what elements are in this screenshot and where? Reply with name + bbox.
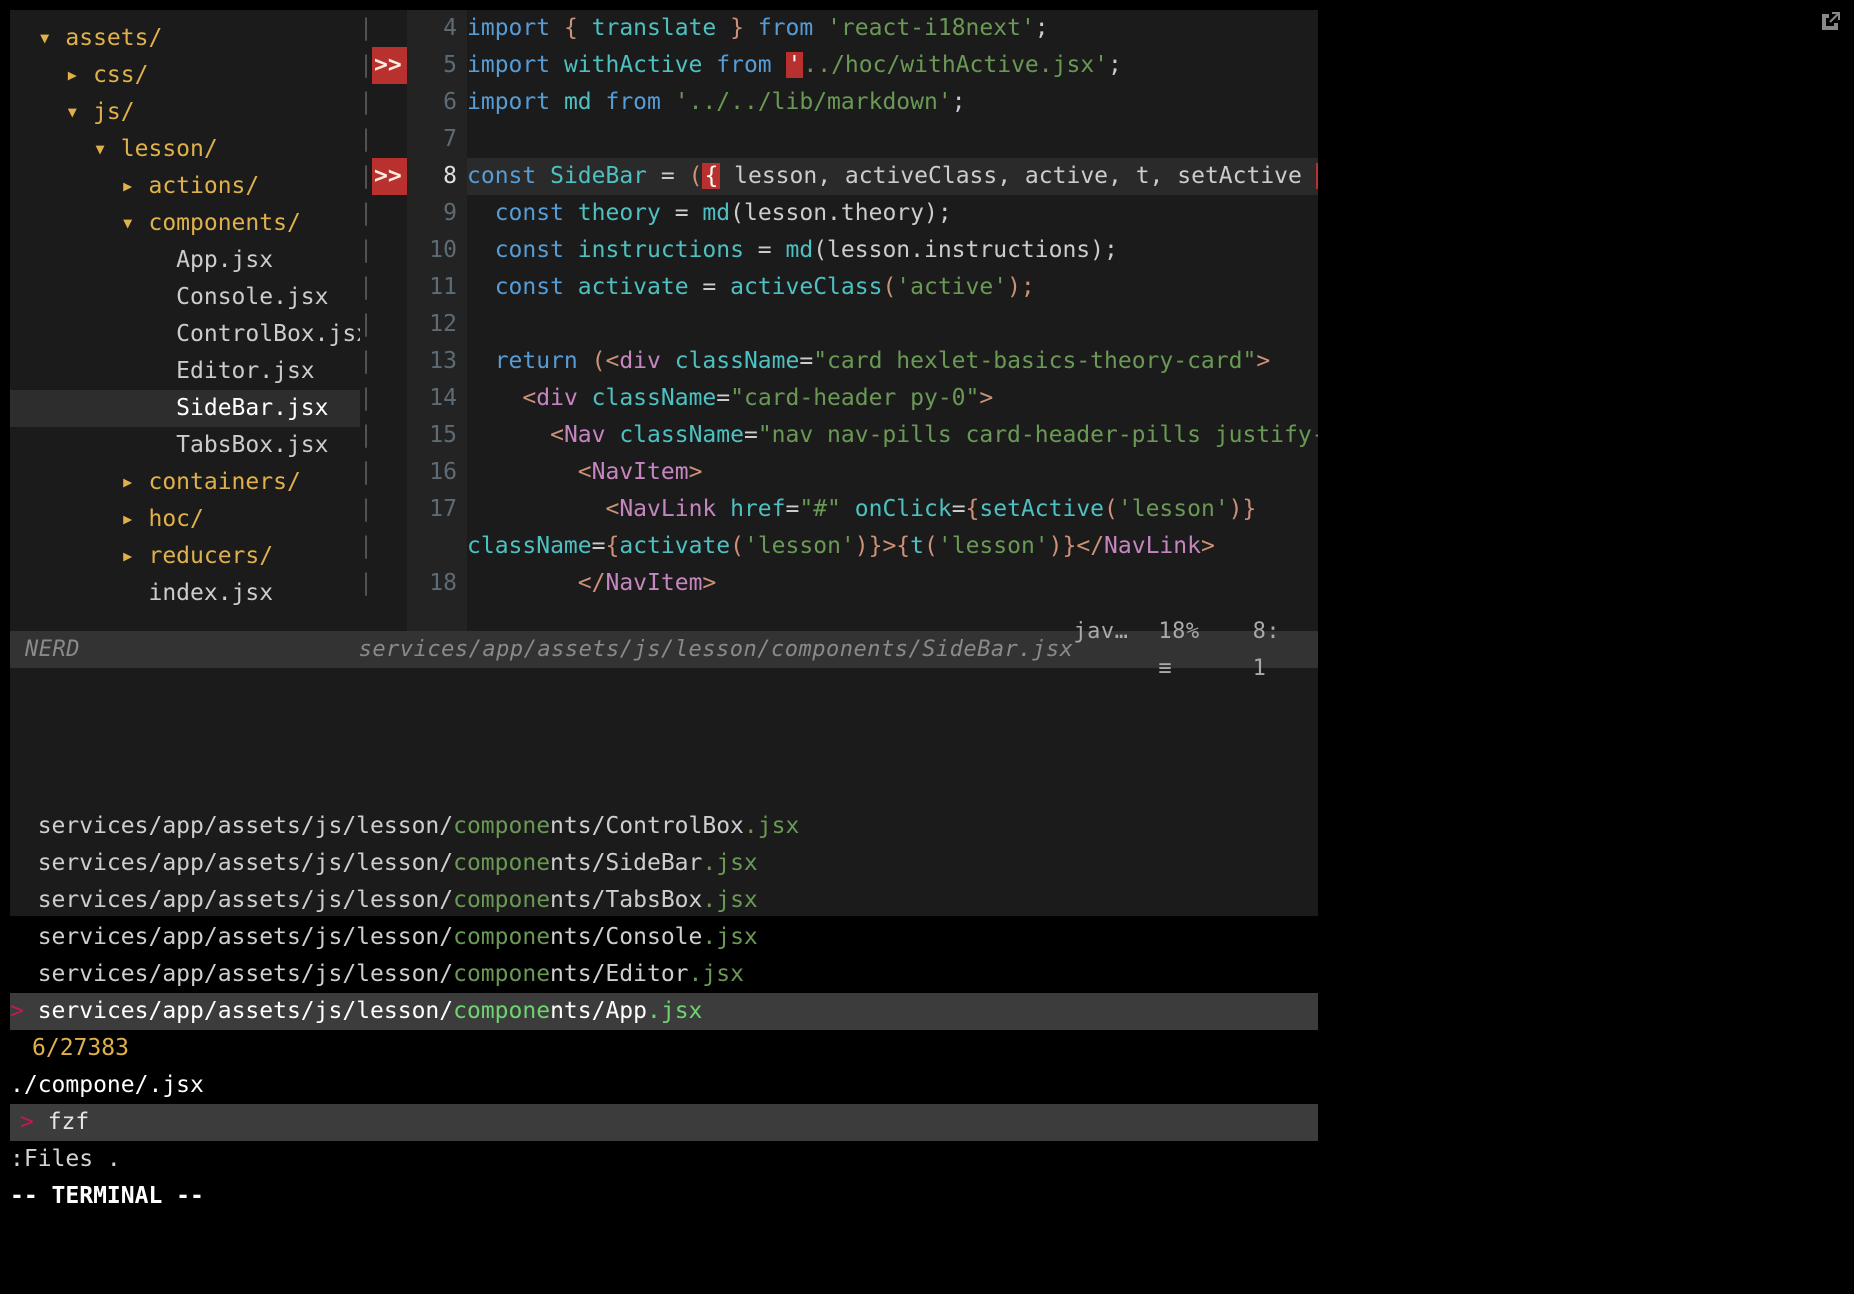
fzf-prompt: > fzf xyxy=(10,1104,1318,1141)
fzf-result-item[interactable]: services/app/assets/js/lesson/components… xyxy=(10,845,1318,882)
fzf-match-count: 6/27383 xyxy=(10,1030,1318,1067)
status-filepath: services/app/assets/js/lesson/components… xyxy=(349,631,1074,668)
status-left: NERD xyxy=(10,631,349,668)
tree-dir-reducers[interactable]: ▸ reducers/ xyxy=(10,538,360,575)
editor-area: ▾ assets/ ▸ css/ ▾ js/ ▾ lesson/ ▸ actio… xyxy=(10,10,1318,631)
tree-file-console[interactable]: Console.jsx xyxy=(10,279,360,316)
file-tree[interactable]: ▾ assets/ ▸ css/ ▾ js/ ▾ lesson/ ▸ actio… xyxy=(10,10,360,631)
line-numbers: 4 5 6 7 8 9 10 11 12 13 14 15 16 17 18 xyxy=(407,10,467,631)
code-editor[interactable]: import { translate } from 'react-i18next… xyxy=(467,10,1318,631)
tree-file-editor[interactable]: Editor.jsx xyxy=(10,353,360,390)
terminal-panel[interactable]: services/app/assets/js/lesson/components… xyxy=(10,668,1318,1215)
tree-dir-containers[interactable]: ▸ containers/ xyxy=(10,464,360,501)
tree-dir-actions[interactable]: ▸ actions/ xyxy=(10,168,360,205)
fzf-query-input[interactable]: ./compone/.jsx xyxy=(10,1067,1318,1104)
tree-file-sidebar[interactable]: SideBar.jsx xyxy=(10,390,360,427)
fzf-result-item[interactable]: services/app/assets/js/lesson/components… xyxy=(10,919,1318,956)
vim-mode-indicator: -- TERMINAL -- xyxy=(10,1178,1318,1215)
fzf-result-item[interactable]: services/app/assets/js/lesson/components… xyxy=(10,882,1318,919)
split-border[interactable]: |||| |||| |||| |||| xyxy=(360,10,372,631)
status-bar: NERD services/app/assets/js/lesson/compo… xyxy=(10,631,1318,668)
tree-file-controlbox[interactable]: ControlBox.jsx xyxy=(10,316,360,353)
tree-dir-components[interactable]: ▾ components/ xyxy=(10,205,360,242)
tree-dir-lesson[interactable]: ▾ lesson/ xyxy=(10,131,360,168)
fzf-result-item[interactable]: services/app/assets/js/lesson/components… xyxy=(10,808,1318,845)
sign-column: >> >> xyxy=(372,10,407,631)
tree-file-tabsbox[interactable]: TabsBox.jsx xyxy=(10,427,360,464)
fzf-result-selected[interactable]: > services/app/assets/js/lesson/componen… xyxy=(10,993,1318,1030)
tree-dir-assets[interactable]: ▾ assets/ xyxy=(10,20,360,57)
tree-dir-hoc[interactable]: ▸ hoc/ xyxy=(10,501,360,538)
error-sign: >> xyxy=(372,47,407,84)
error-sign: >> xyxy=(372,158,407,195)
tree-file-index[interactable]: index.jsx xyxy=(10,575,360,612)
vim-cmdline[interactable]: :Files . xyxy=(10,1141,1318,1178)
fzf-results[interactable]: services/app/assets/js/lesson/components… xyxy=(10,668,1318,1030)
fzf-result-item[interactable]: services/app/assets/js/lesson/components… xyxy=(10,956,1318,993)
tree-dir-css[interactable]: ▸ css/ xyxy=(10,57,360,94)
tree-dir-js[interactable]: ▾ js/ xyxy=(10,94,360,131)
code-cursor-line[interactable]: const SideBar = ({ lesson, activeClass, … xyxy=(467,158,1318,195)
open-external-icon[interactable] xyxy=(1818,8,1842,45)
tree-file-app[interactable]: App.jsx xyxy=(10,242,360,279)
